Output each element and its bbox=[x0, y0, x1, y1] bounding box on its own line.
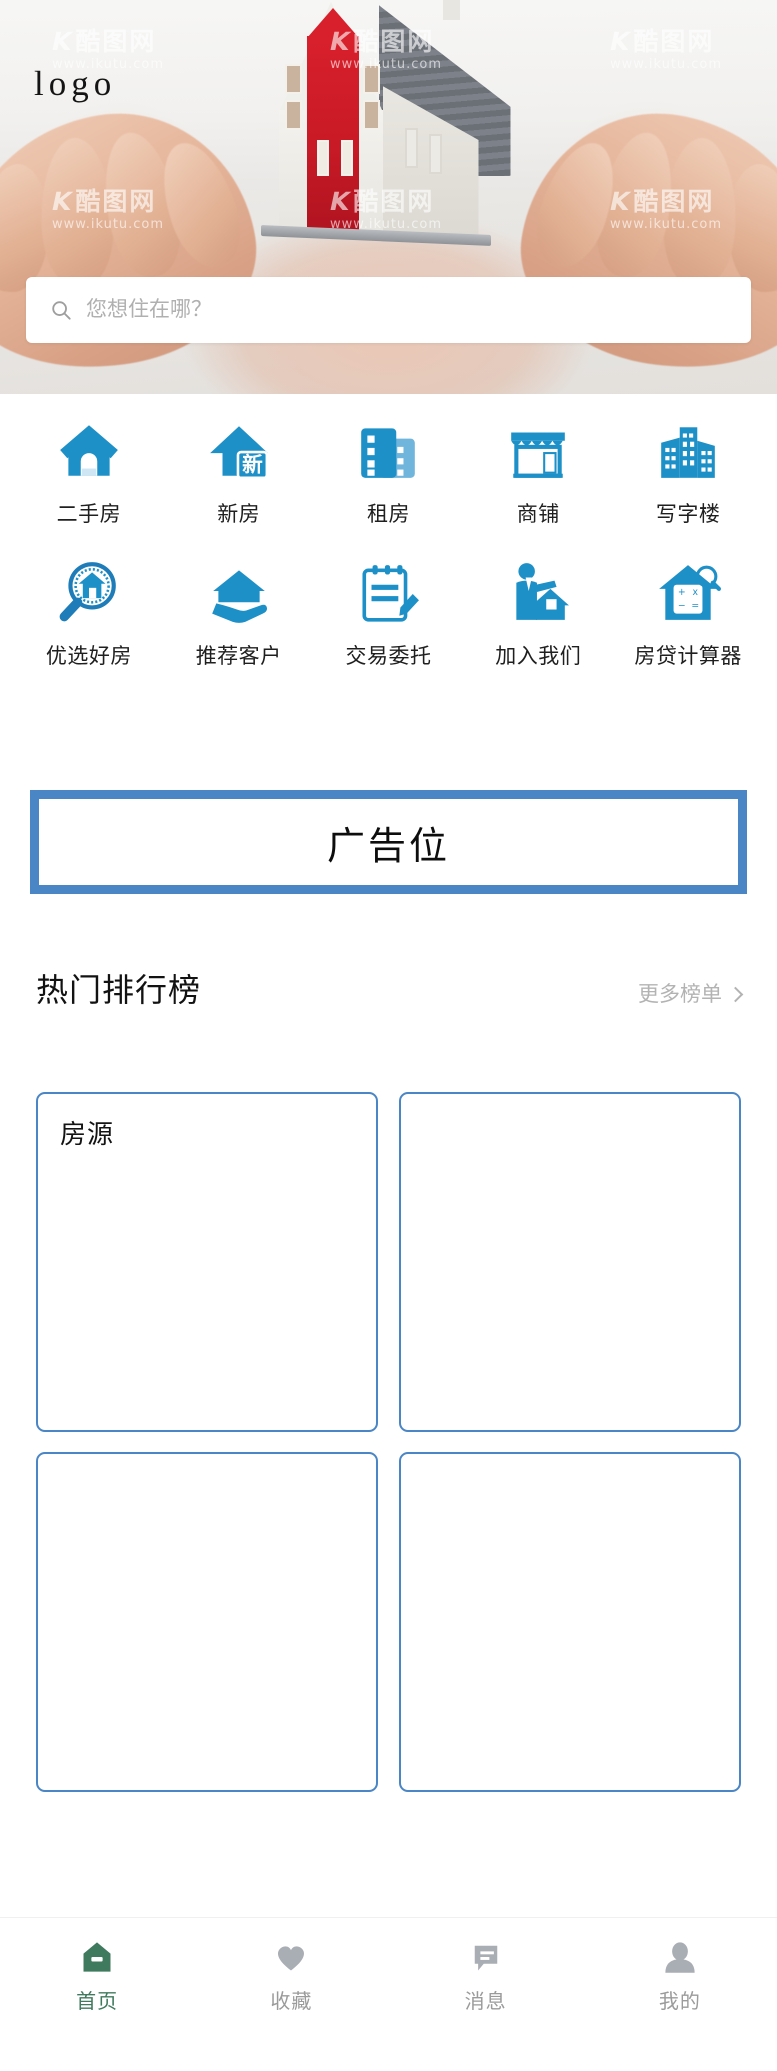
category-label: 商铺 bbox=[516, 503, 560, 526]
person-icon bbox=[661, 1938, 699, 1976]
bottom-tab-bar: 首页 收藏 消息 我的 bbox=[0, 1917, 777, 2071]
ranking-card[interactable] bbox=[36, 1452, 378, 1792]
advertisement-banner[interactable]: 广告位 bbox=[30, 790, 747, 894]
tab-label: 我的 bbox=[658, 1991, 701, 2013]
category-grid: 二手房 新 新房 租房 商铺 写字楼 优选好房 推荐客户 交易委托 加入我们 +… bbox=[0, 414, 777, 670]
home-icon bbox=[78, 1938, 116, 1976]
category-item-mortgage-calculator[interactable]: + x − = 房贷计算器 bbox=[613, 556, 763, 670]
category-label: 新房 bbox=[217, 503, 261, 526]
message-icon bbox=[467, 1938, 505, 1976]
new-house-icon: 新 bbox=[202, 414, 276, 488]
category-item-new-house[interactable]: 新 新房 bbox=[164, 414, 314, 528]
svg-text:−: − bbox=[678, 600, 686, 611]
more-rankings-label: 更多榜单 bbox=[638, 983, 722, 1006]
tab-label: 消息 bbox=[464, 1991, 507, 2013]
chevron-right-icon bbox=[727, 986, 744, 1002]
shop-icon bbox=[501, 414, 575, 488]
agent-person-icon bbox=[501, 556, 575, 630]
contract-pen-icon bbox=[351, 556, 425, 630]
category-label: 二手房 bbox=[56, 503, 122, 526]
ranking-card-grid: 房源 bbox=[36, 1092, 741, 1792]
search-icon bbox=[50, 299, 72, 321]
more-rankings-link[interactable]: 更多榜单 bbox=[638, 978, 744, 1008]
rental-building-icon bbox=[351, 414, 425, 488]
hand-house-icon bbox=[202, 556, 276, 630]
category-label: 房贷计算器 bbox=[634, 645, 742, 668]
ranking-card[interactable]: 房源 bbox=[36, 1092, 378, 1432]
model-house-icon bbox=[255, 0, 523, 262]
app-logo: logo bbox=[34, 64, 117, 103]
category-item-shop[interactable]: 商铺 bbox=[463, 414, 613, 528]
category-item-preferred-house[interactable]: 优选好房 bbox=[14, 556, 164, 670]
tab-messages[interactable]: 消息 bbox=[389, 1938, 583, 2014]
search-bar[interactable] bbox=[26, 277, 751, 343]
ranking-card[interactable] bbox=[399, 1092, 741, 1432]
tab-label: 首页 bbox=[76, 1991, 119, 2013]
calculator-house-icon: + x − = bbox=[651, 556, 725, 630]
svg-text:新: 新 bbox=[242, 453, 263, 477]
search-input[interactable] bbox=[86, 298, 727, 322]
page-title: 热门排行榜 bbox=[36, 972, 202, 1008]
svg-text:+: + bbox=[678, 587, 686, 598]
category-label: 交易委托 bbox=[345, 645, 432, 668]
category-label: 写字楼 bbox=[655, 503, 721, 526]
category-item-rental[interactable]: 租房 bbox=[314, 414, 464, 528]
app-screen: K酷图网 www.ikutu.com K酷图网 www.ikutu.com K酷… bbox=[0, 0, 777, 2071]
tab-home[interactable]: 首页 bbox=[0, 1938, 194, 2014]
heart-icon bbox=[272, 1938, 310, 1976]
ranking-card[interactable] bbox=[399, 1452, 741, 1792]
category-item-join-us[interactable]: 加入我们 bbox=[463, 556, 613, 670]
category-label: 租房 bbox=[366, 503, 410, 526]
magnifier-house-icon bbox=[52, 556, 126, 630]
house-icon bbox=[52, 414, 126, 488]
advertisement-label: 广告位 bbox=[326, 825, 450, 868]
svg-text:x: x bbox=[693, 587, 699, 598]
tab-favorites[interactable]: 收藏 bbox=[194, 1938, 388, 2014]
category-label: 推荐客户 bbox=[195, 645, 282, 668]
category-label: 加入我们 bbox=[495, 645, 582, 668]
office-building-icon bbox=[651, 414, 725, 488]
category-label: 优选好房 bbox=[45, 645, 132, 668]
tab-profile[interactable]: 我的 bbox=[583, 1938, 777, 2014]
svg-text:=: = bbox=[691, 600, 699, 611]
category-item-recommend-customer[interactable]: 推荐客户 bbox=[164, 556, 314, 670]
ranking-section-header: 热门排行榜 更多榜单 bbox=[36, 965, 744, 1011]
category-item-second-hand-house[interactable]: 二手房 bbox=[14, 414, 164, 528]
tab-label: 收藏 bbox=[270, 1991, 313, 2013]
category-item-office-building[interactable]: 写字楼 bbox=[613, 414, 763, 528]
category-item-transaction-entrust[interactable]: 交易委托 bbox=[314, 556, 464, 670]
ranking-card-label: 房源 bbox=[60, 1119, 115, 1149]
